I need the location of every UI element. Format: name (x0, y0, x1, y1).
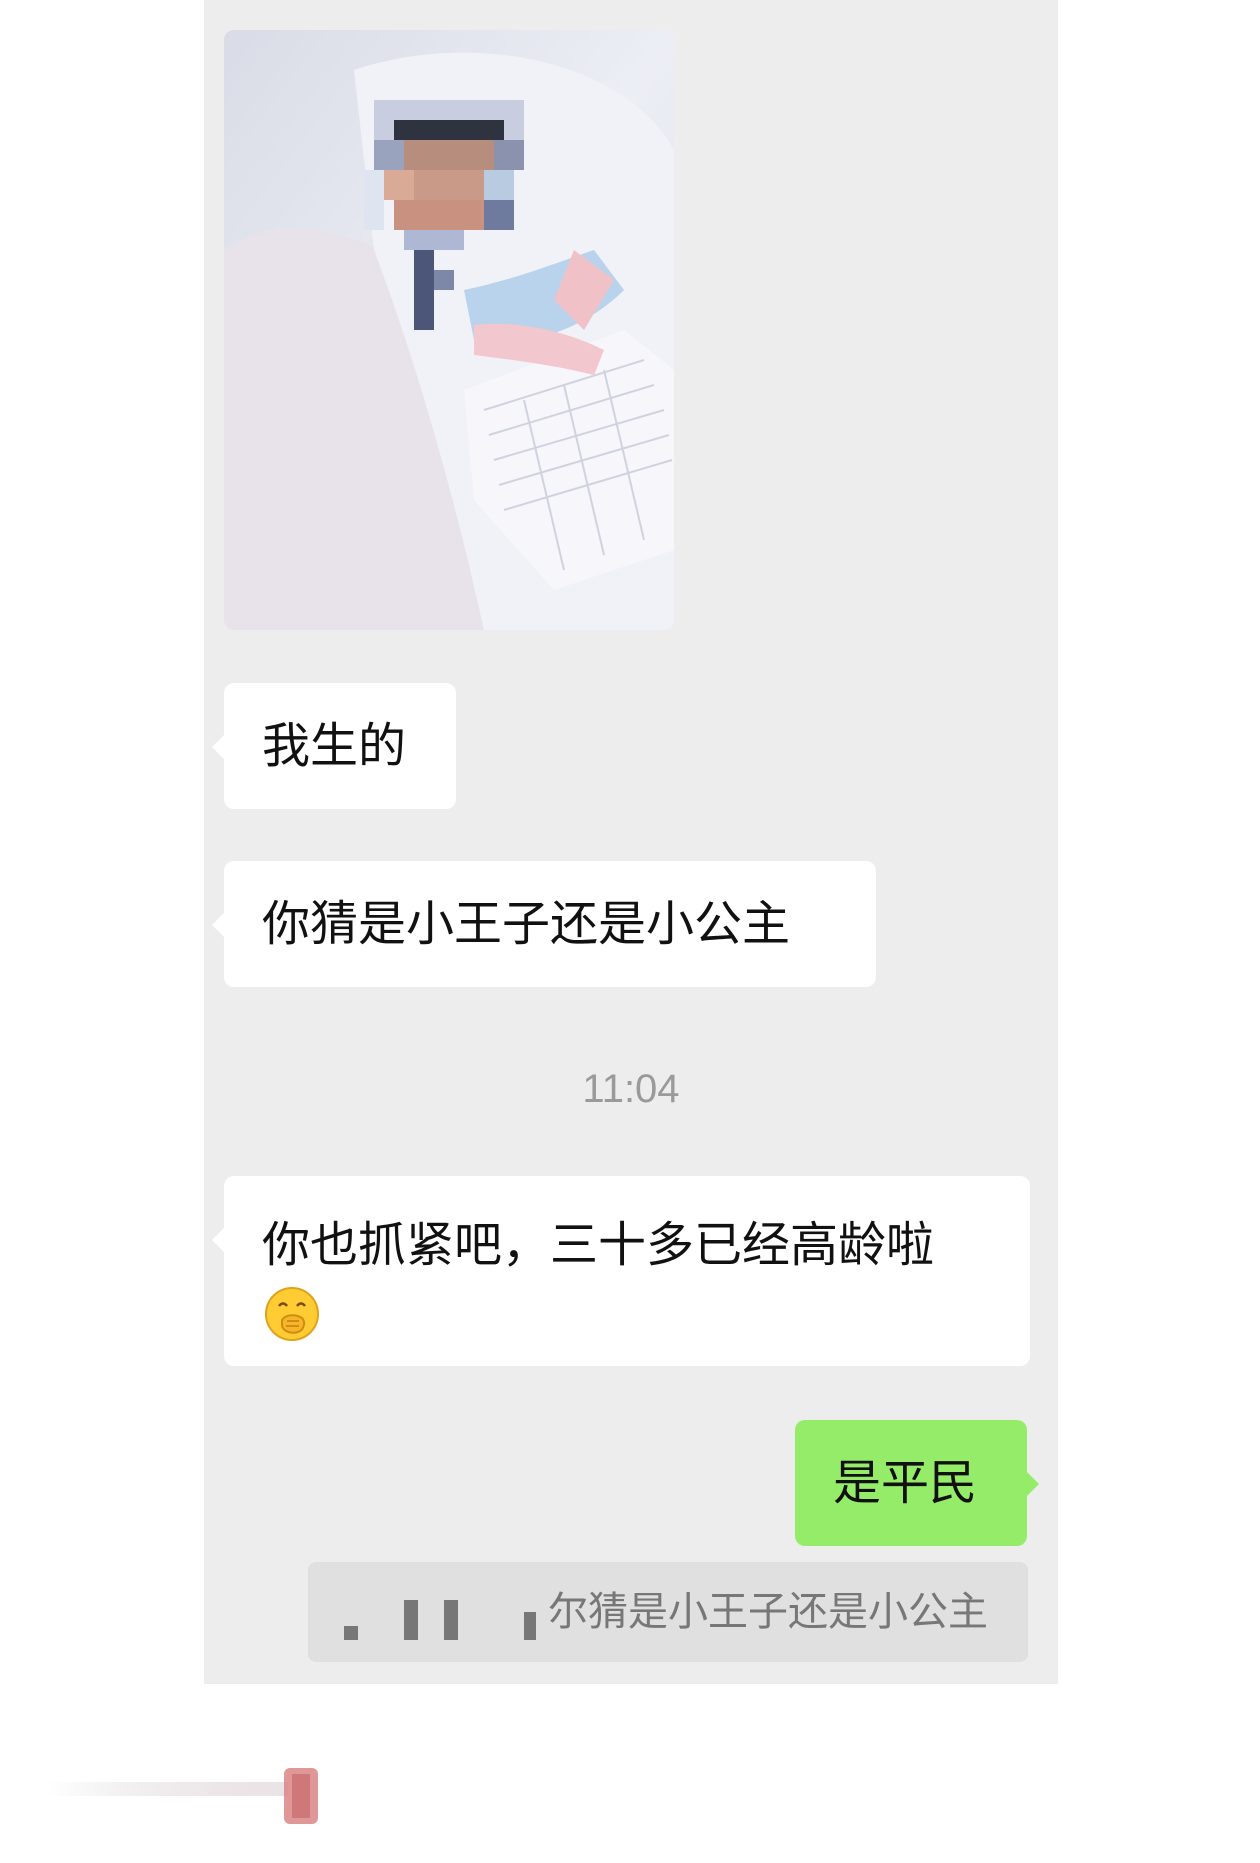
screenshot-page: 我生的 你猜是小王子还是小公主 11:04 你也抓紧吧，三十多已经高龄啦 是平民 (0, 0, 1260, 1863)
face-with-hand-over-mouth-icon (265, 1287, 319, 1341)
chat-panel: 我生的 你猜是小王子还是小公主 11:04 你也抓紧吧，三十多已经高龄啦 是平民 (204, 0, 1058, 1684)
message-text: 是平民 (833, 1455, 978, 1511)
message-bubble[interactable]: 你也抓紧吧，三十多已经高龄啦 (212, 1176, 1030, 1366)
message-text: 你也抓紧吧，三十多已经高龄啦 (262, 1217, 935, 1273)
baby-photo (224, 30, 674, 630)
image-message[interactable] (224, 30, 674, 630)
message-timestamp: 11:04 (582, 1067, 680, 1111)
message-text: 你猜是小王子还是小公主 (262, 896, 791, 952)
message-text: 我生的 (262, 718, 407, 774)
message-bubble-outgoing[interactable]: 是平民 (795, 1420, 1039, 1546)
watermark-blur (48, 1768, 318, 1824)
message-bubble[interactable]: 你猜是小王子还是小公主 (212, 861, 876, 987)
quoted-text: 尔猜是小王子还是小公主 (548, 1589, 988, 1635)
quoted-message[interactable]: 尔猜是小王子还是小公主 (308, 1562, 1028, 1662)
redacted-sender-name (344, 1596, 544, 1640)
message-bubble[interactable]: 我生的 (212, 683, 456, 809)
